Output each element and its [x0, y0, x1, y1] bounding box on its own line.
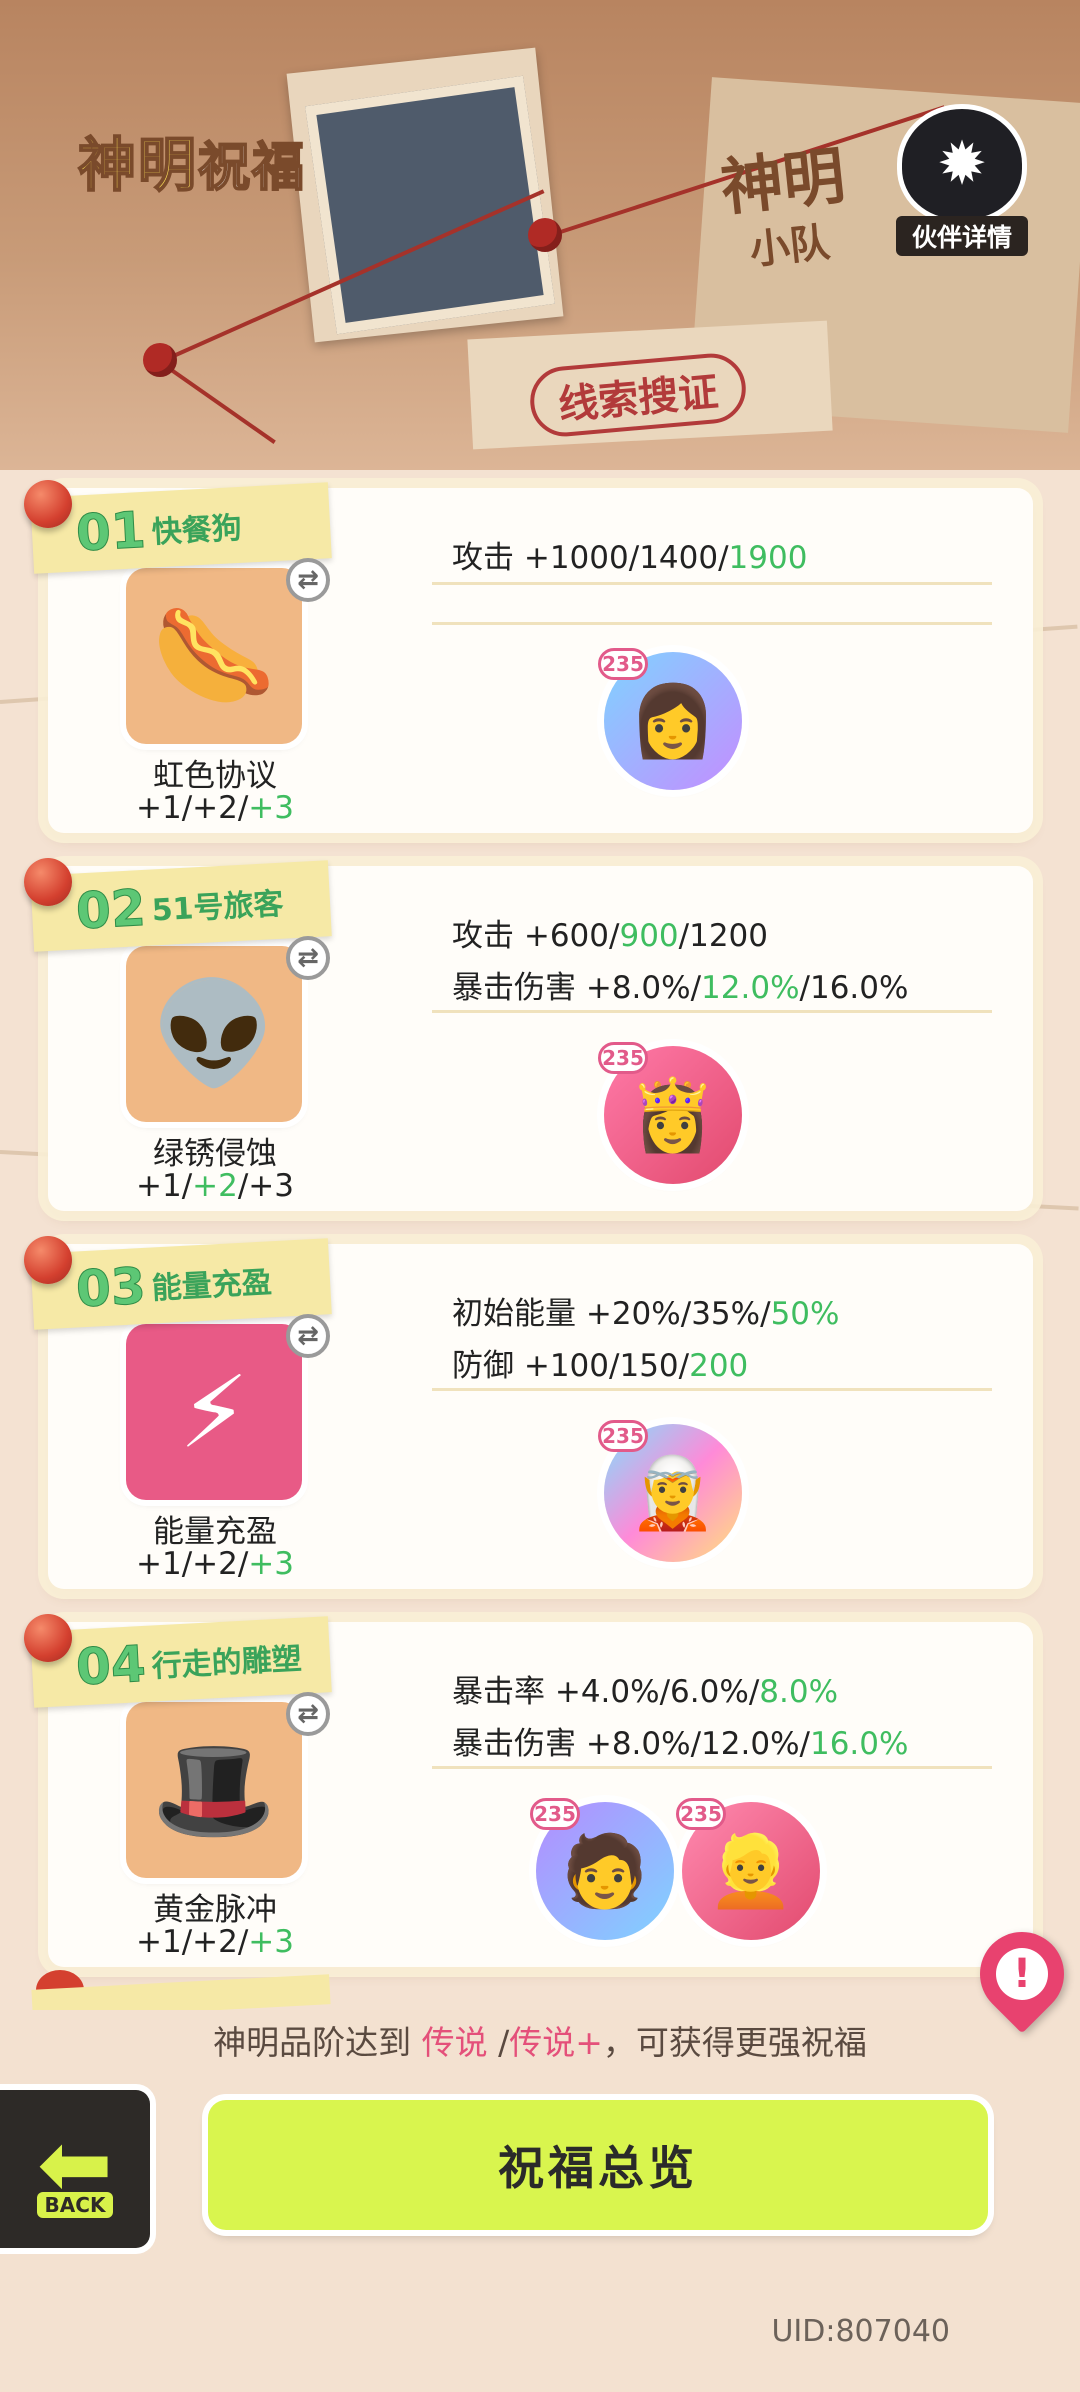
- alien-icon: 👽: [126, 946, 302, 1122]
- red-string: [158, 360, 276, 444]
- partner-avatar[interactable]: 235 🧝: [598, 1420, 742, 1562]
- deity-tag: 04 行走的雕塑: [30, 1616, 332, 1708]
- energy-card-icon: ⚡: [126, 1324, 302, 1500]
- stat-defense: 防御 +100/150/200: [452, 1348, 749, 1384]
- blessing-levels: +1/+2/+3: [135, 1168, 294, 1204]
- team-label: 神明 小队: [717, 138, 849, 274]
- divider: [432, 622, 992, 625]
- blessing-levels: +1/+2/+3: [135, 1546, 294, 1582]
- blessing-list: 01 快餐狗 🌭 ⇄ 虹色协议 +1/+2/+3 攻击 +1000/1400/19…: [0, 470, 1080, 2010]
- stat-crit-damage: 暴击伤害 +8.0%/12.0%/16.0%: [452, 1726, 909, 1762]
- pushpin-icon: [24, 1614, 72, 1662]
- stat-initial-energy: 初始能量 +20%/35%/50%: [452, 1296, 840, 1332]
- swap-icon[interactable]: ⇄: [286, 936, 330, 980]
- partner-avatar[interactable]: 235 👩: [598, 648, 742, 790]
- partner-avatar[interactable]: 235 👸: [598, 1042, 742, 1184]
- divider: [432, 1766, 992, 1769]
- back-button[interactable]: ⬅ BACK: [0, 2090, 150, 2248]
- blessing-overview-button[interactable]: 祝福总览: [208, 2100, 988, 2230]
- character-portrait-icon: 👩: [629, 679, 717, 762]
- pushpin-icon: [24, 858, 72, 906]
- swap-icon[interactable]: ⇄: [286, 558, 330, 602]
- page-title: 神明祝福: [77, 130, 307, 200]
- character-portrait-icon: 👸: [629, 1073, 717, 1156]
- monster-icon: ✹: [897, 104, 1027, 224]
- stat-crit-rate: 暴击率 +4.0%/6.0%/8.0%: [452, 1674, 839, 1710]
- golden-statue-icon: 🎩: [126, 1702, 302, 1878]
- partner-avatar[interactable]: 235 👱: [676, 1798, 820, 1940]
- deity-tag: 01 快餐狗: [30, 482, 332, 574]
- exclamation-icon: !: [996, 1948, 1048, 2000]
- blessing-levels: +1/+2/+3: [135, 1924, 294, 1960]
- partner-avatar[interactable]: 235 🧑: [530, 1798, 674, 1940]
- swap-icon[interactable]: ⇄: [286, 1692, 330, 1736]
- stat-attack: 攻击 +600/900/1200: [452, 918, 768, 954]
- blessing-levels: +1/+2/+3: [135, 790, 294, 826]
- divider: [432, 1388, 992, 1391]
- blessing-name: 虹色协议: [153, 758, 277, 794]
- blessing-name: 绿锈侵蚀: [153, 1136, 277, 1172]
- pushpin-icon: [24, 480, 72, 528]
- character-portrait-icon: 👱: [707, 1829, 795, 1912]
- character-portrait-icon: 🧑: [561, 1829, 649, 1912]
- stat-crit-damage: 暴击伤害 +8.0%/12.0%/16.0%: [452, 970, 909, 1006]
- partner-details-label: 伙伴详情: [896, 216, 1028, 256]
- uid-label: UID:807040: [771, 2314, 950, 2349]
- deity-tag: 02 51号旅客: [30, 860, 332, 952]
- pushpin-icon: [24, 1236, 72, 1284]
- divider: [432, 582, 992, 585]
- deity-tag: 03 能量充盈: [30, 1238, 332, 1330]
- stat-attack: 攻击 +1000/1400/1900: [452, 540, 808, 576]
- pushpin-icon: [528, 218, 562, 252]
- character-portrait-icon: 🧝: [629, 1451, 717, 1534]
- tier-hint: 神明品阶达到 传说 /传说+，可获得更强祝福: [213, 2023, 867, 2062]
- swap-icon[interactable]: ⇄: [286, 1314, 330, 1358]
- blessing-name: 黄金脉冲: [153, 1892, 277, 1928]
- blessing-name: 能量充盈: [153, 1514, 277, 1550]
- partner-details-button[interactable]: ✹ 伙伴详情: [896, 104, 1028, 256]
- hotdog-dog-icon: 🌭: [126, 568, 302, 744]
- pushpin-icon: [143, 343, 177, 377]
- divider: [432, 1010, 992, 1013]
- header-collage: 神明祝福 神明 小队 线索搜证 ✹ 伙伴详情: [0, 0, 1080, 470]
